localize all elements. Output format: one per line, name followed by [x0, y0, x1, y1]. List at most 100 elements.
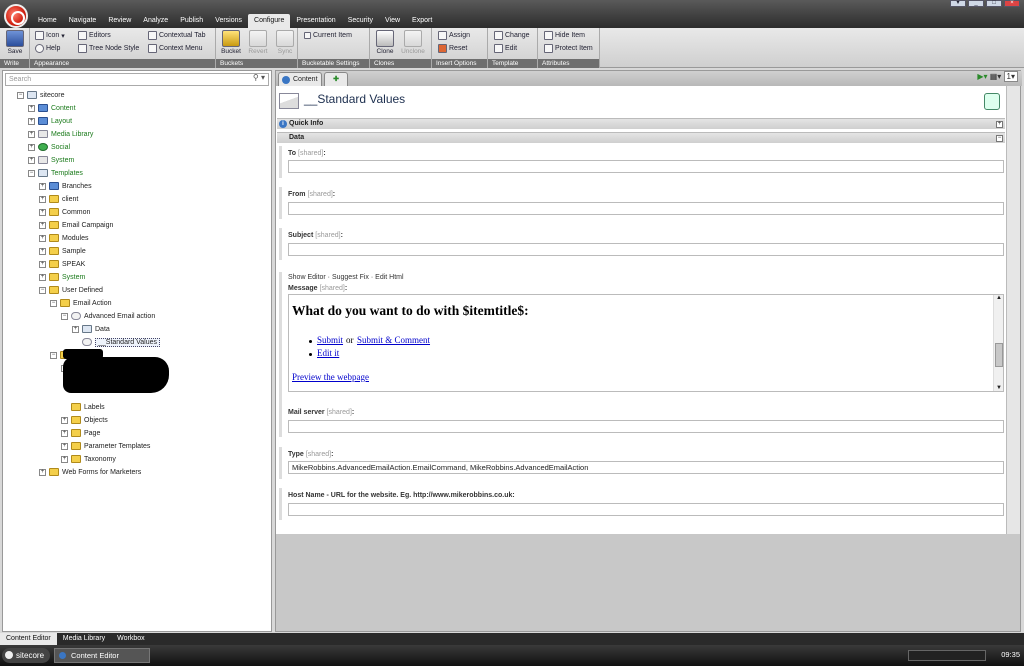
tree-item[interactable]: + Taxonomy — [61, 453, 116, 465]
tree-item[interactable]: − sitecore — [17, 89, 65, 101]
section-data[interactable]: Data − — [277, 132, 1005, 143]
submit-link[interactable]: Submit — [317, 335, 343, 345]
tree-item[interactable]: + Objects — [61, 414, 108, 426]
menu-tab-configure[interactable]: Configure — [248, 14, 291, 28]
field-editor-links[interactable]: Show Editor · Suggest Fix · Edit Html — [288, 274, 404, 281]
expand-icon[interactable]: + — [28, 117, 35, 125]
tree-item[interactable]: + Page — [61, 427, 100, 439]
expand-icon[interactable]: + — [61, 455, 68, 463]
tree-item[interactable]: − Email Action — [50, 297, 112, 309]
search-icon[interactable]: ⚲ ▾ — [253, 73, 265, 82]
menu-tab-analyze[interactable]: Analyze — [137, 14, 174, 28]
save-button[interactable]: Save — [2, 30, 28, 55]
tree-item[interactable]: − Advanced Email action — [61, 310, 155, 322]
editor-scrollbar[interactable] — [1006, 86, 1020, 534]
taskbar-content-editor[interactable]: Content Editor — [54, 648, 150, 663]
tree-item[interactable]: + SPEAK — [39, 258, 85, 270]
menu-tab-navigate[interactable]: Navigate — [63, 14, 103, 28]
help-window-icon[interactable]: ▾ — [950, 0, 966, 7]
scroll-thumb[interactable] — [995, 343, 1003, 367]
menu-tab-publish[interactable]: Publish — [174, 14, 209, 28]
tree-item[interactable]: __Standard Values — [72, 336, 161, 348]
collapse-icon[interactable]: − — [28, 169, 35, 177]
restore-window-icon[interactable]: □ — [986, 0, 1002, 7]
collapse-icon[interactable]: − — [996, 135, 1003, 142]
version-selector-icon[interactable]: 1▾ — [1003, 71, 1018, 82]
expand-icon[interactable]: + — [39, 195, 46, 203]
tree-item[interactable]: + Branches — [39, 180, 92, 192]
change-template-button[interactable]: Change — [494, 31, 530, 40]
menu-tab-presentation[interactable]: Presentation — [290, 14, 341, 28]
tree-item[interactable]: + Parameter Templates — [61, 440, 150, 452]
scroll-up-icon[interactable]: ▲ — [996, 295, 1002, 301]
tree-item[interactable]: + Social — [28, 141, 70, 153]
tree-item[interactable]: + Media Library — [28, 128, 93, 140]
subject-field[interactable] — [288, 243, 1004, 256]
clone-button[interactable]: Clone — [372, 30, 398, 55]
tab-add[interactable]: ✚ — [324, 72, 348, 86]
host-name-field[interactable] — [288, 503, 1004, 516]
edit-it-link[interactable]: Edit it — [317, 348, 339, 358]
sync-button[interactable]: Sync — [272, 30, 298, 55]
tree-item[interactable]: + Layout — [28, 115, 72, 127]
unclone-button[interactable]: Unclone — [400, 30, 426, 55]
expand-icon[interactable]: + — [61, 442, 68, 450]
expand-icon[interactable]: + — [28, 130, 35, 138]
collapse-icon[interactable]: − — [50, 299, 57, 307]
menu-tab-view[interactable]: View — [379, 14, 406, 28]
collapse-icon[interactable]: − — [50, 351, 57, 359]
contextual-tab-button[interactable]: Contextual Tab — [148, 31, 206, 40]
expand-icon[interactable]: + — [39, 247, 46, 255]
tree-item[interactable]: + Web Forms for Marketers — [39, 466, 141, 478]
tree-item[interactable]: Labels — [61, 401, 105, 413]
edit-template-button[interactable]: Edit — [494, 44, 517, 53]
bottom-tab-workbox[interactable]: Workbox — [111, 633, 151, 645]
menu-tab-security[interactable]: Security — [342, 14, 379, 28]
message-rich-text-field[interactable]: What do you want to do with $itemtitle$:… — [288, 294, 1004, 392]
close-window-icon[interactable]: × — [1004, 0, 1020, 7]
hide-item-button[interactable]: Hide Item — [544, 31, 585, 40]
tree-item[interactable]: + Sample — [39, 245, 86, 257]
tree-item[interactable]: + Email Campaign — [39, 219, 113, 231]
expand-icon[interactable]: + — [39, 234, 46, 242]
tree-node-style-button[interactable]: Tree Node Style — [78, 44, 139, 53]
collapse-icon[interactable]: − — [61, 312, 68, 320]
expand-icon[interactable]: + — [996, 121, 1003, 128]
tree-item[interactable]: + Common — [39, 206, 90, 218]
bucket-button[interactable]: Bucket — [218, 30, 244, 55]
expand-icon[interactable]: + — [39, 221, 46, 229]
sitecore-logo-icon[interactable] — [4, 4, 28, 28]
expand-icon[interactable]: + — [72, 325, 79, 333]
bottom-tab-media-library[interactable]: Media Library — [57, 633, 111, 645]
language-flag-icon[interactable]: ▦▾ — [990, 72, 1002, 81]
icon-button[interactable]: Icon ▾ — [35, 31, 65, 40]
minimize-window-icon[interactable]: _ — [968, 0, 984, 7]
collapse-icon[interactable]: − — [17, 91, 24, 99]
tab-content[interactable]: Content — [278, 72, 322, 86]
collapse-icon[interactable]: − — [39, 286, 46, 294]
tree-item[interactable]: + Modules — [39, 232, 88, 244]
message-scrollbar[interactable]: ▲ ▼ — [993, 295, 1003, 391]
expand-icon[interactable]: + — [28, 156, 35, 164]
tree-item[interactable]: + System — [39, 271, 85, 283]
menu-tab-home[interactable]: Home — [32, 14, 63, 28]
tree-item[interactable]: + Data — [72, 323, 110, 335]
expand-icon[interactable]: + — [61, 416, 68, 424]
start-button[interactable]: sitecore — [2, 648, 51, 663]
section-quick-info[interactable]: i Quick Info + — [277, 118, 1005, 129]
editors-button[interactable]: Editors — [78, 31, 111, 40]
revert-button[interactable]: Revert — [245, 30, 271, 55]
item-template-icon[interactable] — [984, 93, 1000, 110]
expand-icon[interactable]: + — [28, 104, 35, 112]
assign-button[interactable]: Assign — [438, 31, 470, 40]
type-field[interactable]: MikeRobbins.AdvancedEmailAction.EmailCom… — [288, 461, 1004, 474]
search-input[interactable]: Search — [5, 73, 269, 86]
tree-item[interactable]: − Templates — [28, 167, 83, 179]
navigate-arrow-icon[interactable]: ▶▾ — [977, 72, 987, 81]
expand-icon[interactable]: + — [39, 468, 46, 476]
to-field[interactable] — [288, 160, 1004, 173]
tree-item[interactable]: + Content — [28, 102, 76, 114]
expand-icon[interactable]: + — [39, 260, 46, 268]
preview-webpage-link[interactable]: Preview the webpage — [292, 372, 369, 382]
tree-item[interactable]: + client — [39, 193, 78, 205]
